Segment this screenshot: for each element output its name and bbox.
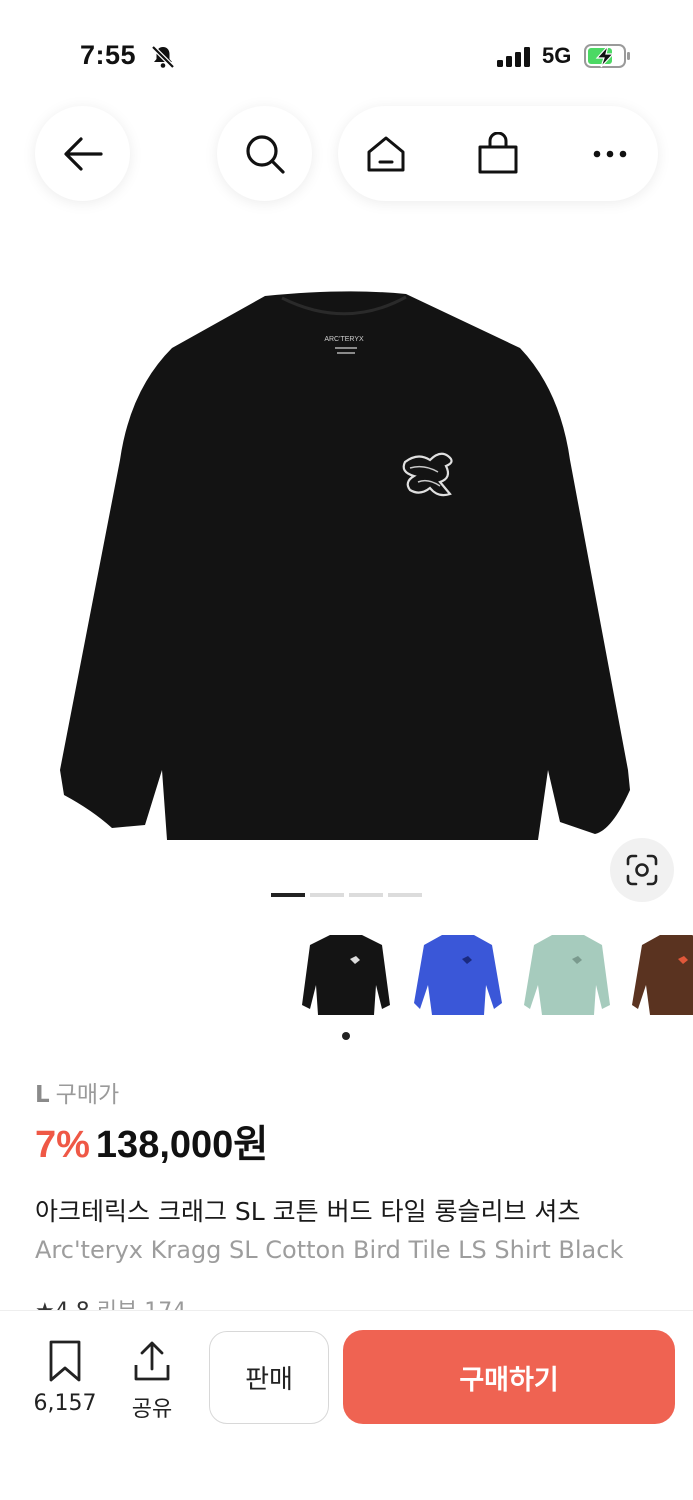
bell-slash-icon [151,45,175,69]
bookmark-count: 6,157 [33,1391,97,1416]
pager-dot [349,893,383,897]
signal-icon [497,47,530,67]
price: 7% 138,000원 [35,1113,268,1168]
shopping-bag-icon [478,131,518,173]
network-type: 5G [542,43,572,68]
product-name-english: Arc'teryx Kragg SL Cotton Bird Tile LS S… [35,1236,624,1264]
lens-scan-icon [626,854,658,886]
price-value: 138,000원 [95,1124,269,1166]
image-search-button[interactable] [610,838,674,902]
rating-summary[interactable]: ★4.8 리뷰 174 [35,1293,186,1311]
shopping-bag-button[interactable] [458,106,538,201]
product-name-korean: 아크테릭스 크래그 SL 코튼 버드 타일 롱슬리브 셔츠 [35,1197,581,1226]
pager-dot [271,893,305,897]
color-option-brown[interactable] [630,925,693,1021]
status-time: 7:55 [80,40,137,70]
color-option-mint[interactable] [522,925,614,1021]
product-image[interactable]: ARC'TERYX [0,250,693,880]
svg-text:ARC'TERYX: ARC'TERYX [324,336,364,343]
color-option-blue[interactable] [412,925,504,1021]
battery-charging-icon [584,44,630,68]
pager-dot [310,893,344,897]
status-bar: 7:55 5G [0,0,693,100]
home-icon [367,136,405,171]
image-pager [271,893,422,897]
discount-rate: 7% [35,1124,90,1166]
pager-dot [388,893,422,897]
color-options [300,925,693,1025]
size-price-label: L 구매가 [35,1075,119,1109]
thumbnail-indicator [342,1032,350,1040]
selected-size: L [35,1082,50,1108]
back-button[interactable] [35,106,130,201]
nav-action-group [338,106,658,201]
home-button[interactable] [346,106,426,201]
share-label: 공유 [131,1397,173,1422]
bookmark-icon [49,1340,81,1382]
back-arrow-icon [63,136,103,171]
color-option-black[interactable] [300,925,392,1021]
bookmark-button[interactable]: 6,157 [30,1339,100,1416]
price-label: 구매가 [55,1082,120,1108]
more-icon [593,150,627,157]
buy-button[interactable]: 구매하기 [343,1330,675,1424]
search-icon [245,134,285,174]
sell-button[interactable]: 판매 [209,1331,329,1424]
search-button[interactable] [217,106,312,201]
share-button[interactable]: 공유 [122,1339,182,1423]
bottom-action-bar: 6,157 공유 판매 구매하기 [0,1310,693,1500]
more-button[interactable] [570,106,650,201]
share-icon [134,1341,170,1381]
